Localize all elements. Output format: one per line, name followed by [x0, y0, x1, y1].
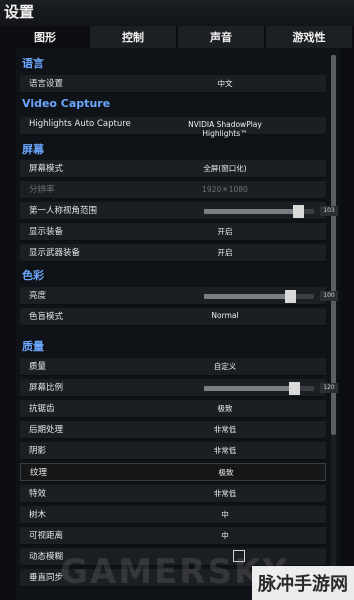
tab-gameplay[interactable]: 游戏性 — [266, 26, 352, 48]
brightness-label: 亮度 — [29, 291, 47, 301]
section-quality: 质量 — [22, 340, 44, 353]
row-brightness[interactable]: 亮度 100 — [20, 287, 338, 305]
row-screen-scale[interactable]: 屏幕比例 120 — [20, 379, 338, 397]
quality-label: 质量 — [29, 362, 47, 372]
colorblind-mode-label: 色盲模式 — [29, 312, 64, 322]
row-resolution: 分辨率 1920＊1080 — [20, 181, 326, 199]
row-shadows[interactable]: 阴影 非常低 — [20, 442, 326, 460]
foliage-label: 树木 — [29, 510, 47, 520]
section-language: 语言 — [22, 57, 44, 70]
row-textures[interactable]: 纹理 极致 — [20, 463, 326, 481]
resolution-value: 1920＊1080 — [202, 185, 248, 194]
row-show-equipment[interactable]: 显示装备 开启 — [20, 223, 326, 241]
fpp-fov-label: 第一人称视角范围 — [29, 206, 98, 216]
row-quality[interactable]: 质量 自定义 — [20, 358, 326, 376]
foliage-value[interactable]: 中 — [170, 509, 280, 520]
section-color: 色彩 — [22, 269, 44, 282]
show-equipment-label: 显示装备 — [29, 227, 64, 237]
section-video-capture: Video Capture — [22, 97, 111, 110]
show-equipment-value[interactable]: 开启 — [170, 226, 280, 237]
brightness-slider-knob[interactable] — [284, 290, 296, 303]
fpp-fov-slider-knob[interactable] — [292, 205, 304, 218]
fpp-fov-value: 103 — [320, 206, 338, 216]
row-foliage[interactable]: 树木 中 — [20, 506, 326, 524]
shadows-value[interactable]: 非常低 — [170, 445, 280, 456]
row-show-weapon-equipment[interactable]: 显示武器装备 开启 — [20, 244, 326, 262]
shadows-label: 阴影 — [29, 446, 47, 456]
quality-value[interactable]: 自定义 — [170, 361, 280, 372]
highlights-auto-capture-value[interactable]: NVIDIA ShadowPlay Highlights™ — [170, 120, 280, 138]
show-weapon-equipment-label: 显示武器装备 — [29, 248, 81, 258]
row-screen-mode[interactable]: 屏幕模式 全屏(窗口化) — [20, 160, 326, 178]
textures-label: 纹理 — [30, 468, 48, 478]
show-weapon-equipment-value[interactable]: 开启 — [170, 247, 280, 258]
window-title-bar: 设置 — [0, 0, 354, 26]
row-language-setting[interactable]: 语言设置 中文 — [20, 75, 326, 93]
section-screen: 屏幕 — [22, 143, 44, 156]
tab-controls[interactable]: 控制 — [90, 26, 176, 48]
screen-scale-value: 120 — [320, 383, 338, 393]
language-setting-label: 语言设置 — [29, 79, 64, 89]
screen-mode-value[interactable]: 全屏(窗口化) — [170, 163, 280, 174]
vsync-label: 垂直同步 — [29, 573, 64, 583]
motion-blur-label: 动态模糊 — [29, 552, 64, 562]
screen-scale-label: 屏幕比例 — [29, 383, 64, 393]
row-effects[interactable]: 特效 非常低 — [20, 485, 326, 503]
post-processing-value[interactable]: 非常低 — [170, 424, 280, 435]
effects-label: 特效 — [29, 489, 47, 499]
view-distance-value[interactable]: 中 — [170, 530, 280, 541]
row-anti-aliasing[interactable]: 抗锯齿 极致 — [20, 400, 326, 418]
colorblind-mode-value[interactable]: Normal — [170, 311, 280, 320]
row-view-distance[interactable]: 可视距离 中 — [20, 527, 326, 545]
screen-scale-slider-fill — [204, 386, 295, 391]
window-title: 设置 — [4, 3, 35, 21]
screen-mode-label: 屏幕模式 — [29, 164, 64, 174]
resolution-label: 分辨率 — [29, 185, 55, 195]
language-setting-value[interactable]: 中文 — [170, 78, 280, 89]
row-fpp-fov[interactable]: 第一人称视角范围 103 — [20, 202, 338, 220]
scrollbar[interactable] — [331, 55, 336, 600]
screen-scale-slider[interactable] — [204, 382, 314, 395]
brightness-slider-fill — [204, 294, 290, 299]
scrollbar-thumb[interactable] — [331, 55, 336, 435]
anti-aliasing-label: 抗锯齿 — [29, 404, 55, 414]
brand-logo: 脉冲手游网 — [252, 566, 354, 600]
textures-value[interactable]: 极致 — [171, 467, 281, 478]
settings-tabs: 图形 控制 声音 游戏性 — [0, 26, 354, 48]
row-post-processing[interactable]: 后期处理 非常低 — [20, 421, 326, 439]
brightness-slider[interactable] — [204, 290, 314, 303]
effects-value[interactable]: 非常低 — [170, 488, 280, 499]
fpp-fov-slider[interactable] — [204, 205, 314, 218]
anti-aliasing-value[interactable]: 极致 — [170, 403, 280, 414]
view-distance-label: 可视距离 — [29, 531, 64, 541]
fpp-fov-slider-fill — [204, 209, 298, 214]
tab-sound[interactable]: 声音 — [178, 26, 264, 48]
row-colorblind-mode[interactable]: 色盲模式 Normal — [20, 308, 326, 326]
brightness-value: 100 — [320, 291, 338, 301]
row-highlights-auto-capture[interactable]: Highlights Auto Capture NVIDIA ShadowPla… — [20, 117, 326, 138]
highlights-auto-capture-label: Highlights Auto Capture — [29, 119, 131, 129]
screen-scale-slider-knob[interactable] — [289, 382, 301, 395]
post-processing-label: 后期处理 — [29, 425, 64, 435]
tab-graphics[interactable]: 图形 — [2, 26, 88, 48]
